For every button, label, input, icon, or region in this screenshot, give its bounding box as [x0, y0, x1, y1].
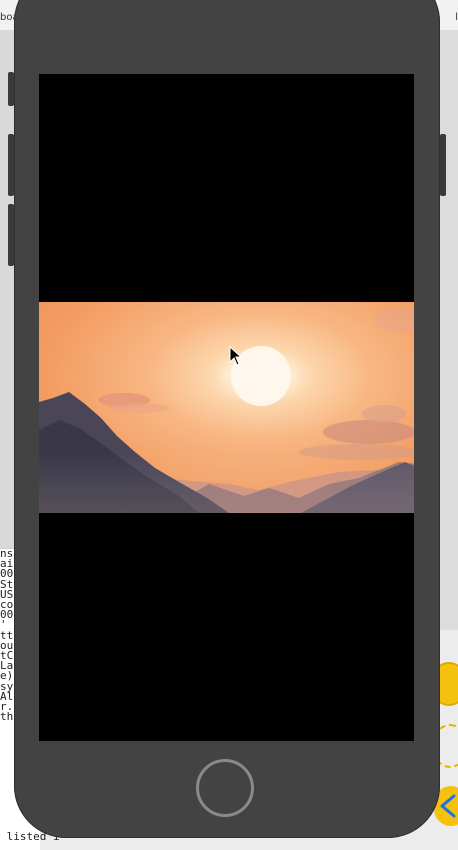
chevron-left-icon: [440, 794, 456, 818]
ide-left-panel: [0, 30, 14, 550]
volume-up-button[interactable]: [8, 134, 14, 196]
landscape-image: [39, 302, 414, 513]
home-button[interactable]: [196, 759, 254, 817]
mute-switch[interactable]: [8, 72, 14, 106]
volume-down-button[interactable]: [8, 204, 14, 266]
power-button[interactable]: [440, 134, 446, 196]
ide-right-panel: [438, 30, 458, 630]
device-screen[interactable]: [39, 74, 414, 741]
arrow-cursor-icon: [229, 346, 243, 366]
sunset-mountains-image: [39, 302, 414, 513]
